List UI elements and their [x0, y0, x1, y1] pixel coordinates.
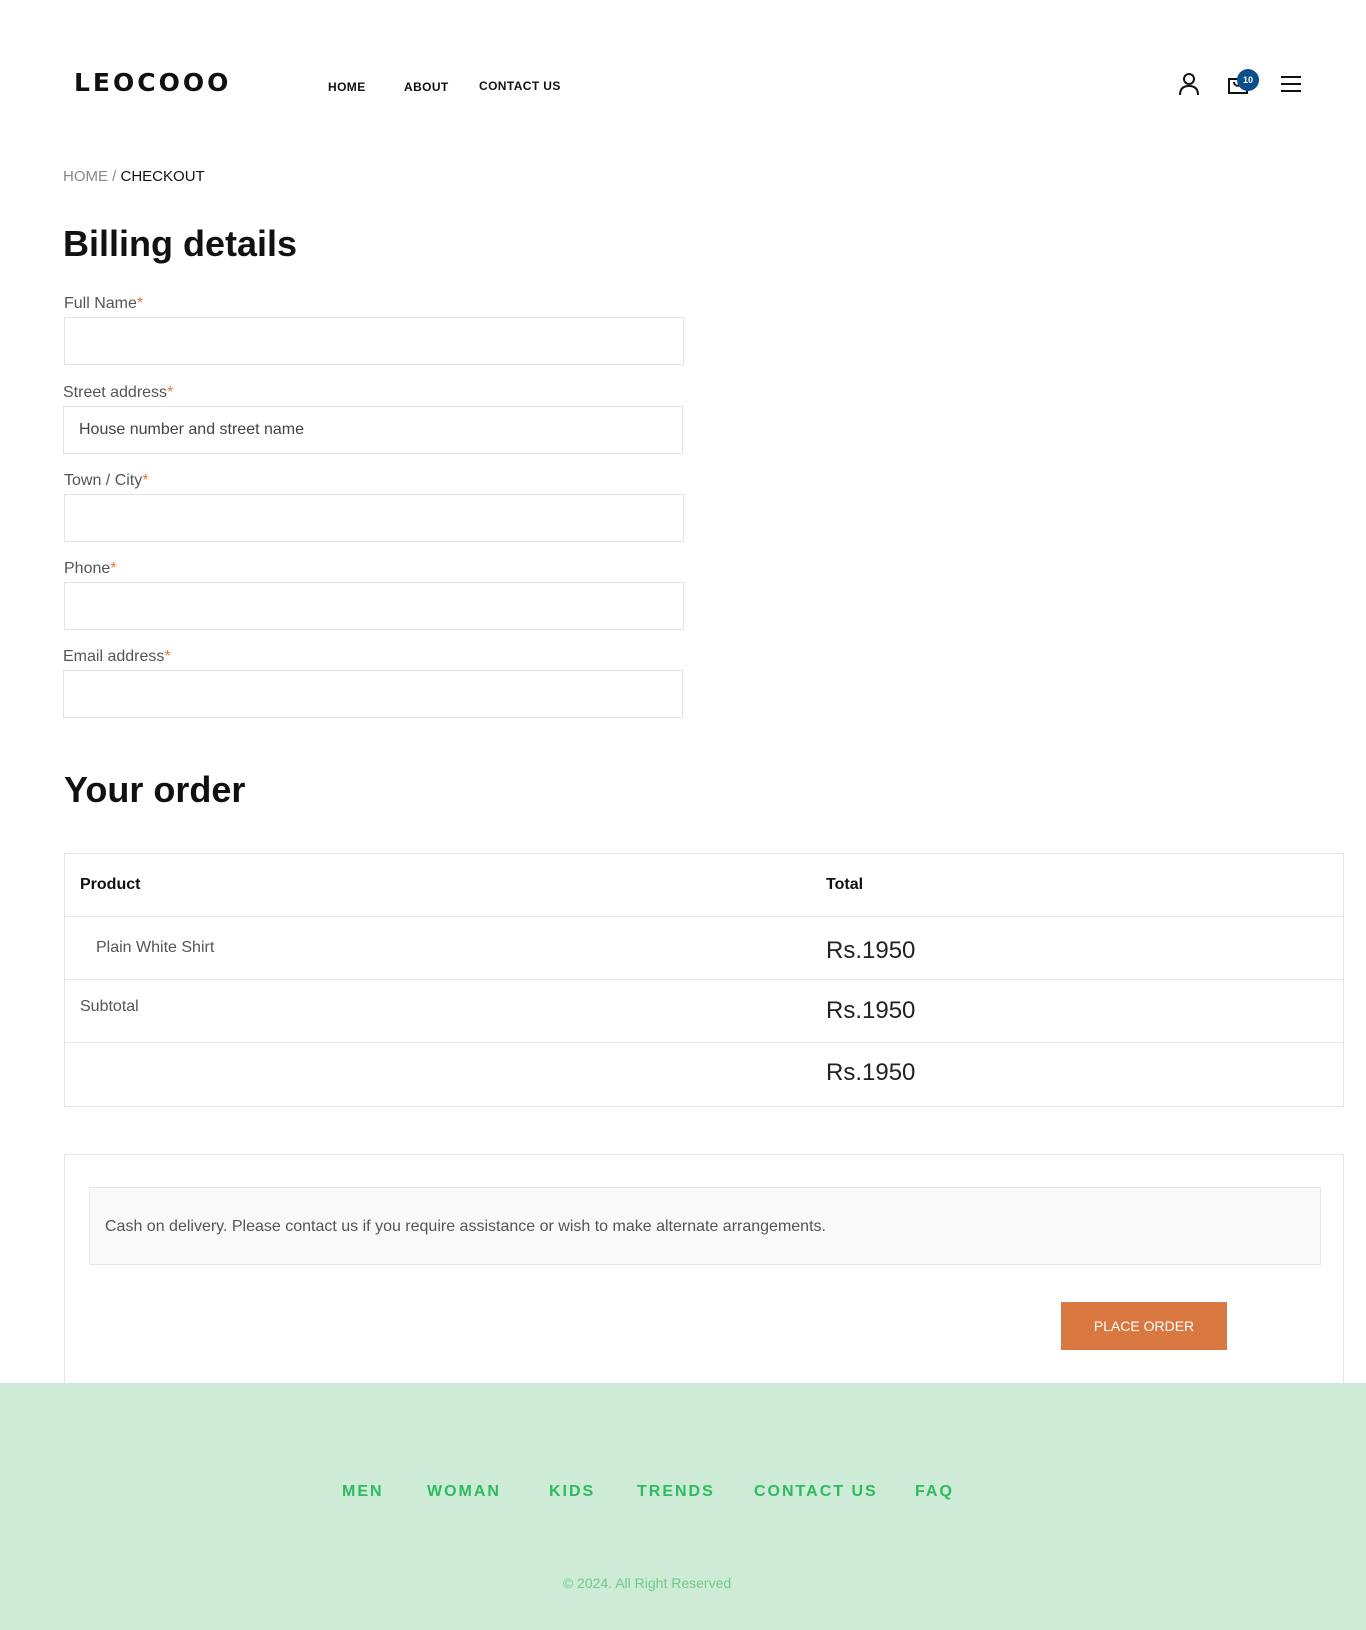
payment-section: Cash on delivery. Please contact us if y…: [64, 1154, 1344, 1384]
order-item-row: Plain White Shirt Rs.1950: [65, 917, 1343, 980]
site-footer: MEN WOMAN KIDS TRENDS CONTACT US FAQ © 2…: [0, 1383, 1366, 1630]
nav-contact-us[interactable]: CONTACT US: [479, 79, 561, 93]
breadcrumb-home[interactable]: HOME: [63, 168, 108, 185]
copyright-text: © 2024. All Right Reserved: [562, 1575, 732, 1591]
order-table-header: Product Total: [65, 854, 1343, 917]
breadcrumb-separator: /: [108, 168, 121, 185]
site-logo[interactable]: LEOCOOO: [74, 68, 231, 97]
order-title: Your order: [64, 769, 246, 810]
full-name-label: Full Name*: [64, 295, 144, 312]
town-city-input[interactable]: [64, 494, 684, 542]
menu-icon[interactable]: [1280, 75, 1302, 98]
order-item-name: Plain White Shirt: [96, 939, 215, 956]
email-address-label: Email address*: [63, 648, 171, 665]
footer-link-woman[interactable]: WOMAN: [427, 1483, 501, 1501]
total-row: Rs.1950: [65, 1043, 1343, 1106]
billing-title: Billing details: [63, 223, 298, 264]
breadcrumb: HOME / CHECKOUT: [63, 168, 205, 185]
footer-link-faq[interactable]: FAQ: [915, 1483, 954, 1501]
footer-link-contact-us[interactable]: CONTACT US: [754, 1483, 878, 1501]
cart-count-badge: 10: [1237, 69, 1259, 91]
street-address-input[interactable]: [63, 406, 683, 454]
subtotal-value: Rs.1950: [826, 997, 916, 1024]
subtotal-label: Subtotal: [80, 998, 139, 1015]
order-item-total: Rs.1950: [826, 937, 916, 964]
nav-about[interactable]: ABOUT: [404, 80, 449, 94]
total-value: Rs.1950: [826, 1059, 916, 1086]
phone-label: Phone*: [64, 560, 117, 577]
footer-link-trends[interactable]: TRENDS: [637, 1483, 715, 1501]
town-city-label: Town / City*: [64, 472, 149, 489]
full-name-input[interactable]: [64, 317, 684, 365]
footer-link-kids[interactable]: KIDS: [549, 1483, 595, 1501]
user-icon[interactable]: [1178, 72, 1200, 101]
site-header: LEOCOOO HOME ABOUT CONTACT US 10: [0, 0, 1366, 170]
footer-link-men[interactable]: MEN: [342, 1483, 384, 1501]
email-address-input[interactable]: [63, 670, 683, 718]
order-table: Product Total Plain White Shirt Rs.1950 …: [64, 853, 1344, 1107]
nav-home[interactable]: HOME: [328, 80, 366, 94]
total-column-header: Total: [826, 876, 864, 893]
payment-method-note: Cash on delivery. Please contact us if y…: [89, 1187, 1321, 1265]
subtotal-row: Subtotal Rs.1950: [65, 980, 1343, 1043]
phone-input[interactable]: [64, 582, 684, 630]
street-address-label: Street address*: [63, 384, 174, 401]
place-order-button[interactable]: PLACE ORDER: [1061, 1302, 1227, 1350]
breadcrumb-current: CHECKOUT: [120, 168, 205, 185]
product-column-header: Product: [80, 876, 141, 893]
